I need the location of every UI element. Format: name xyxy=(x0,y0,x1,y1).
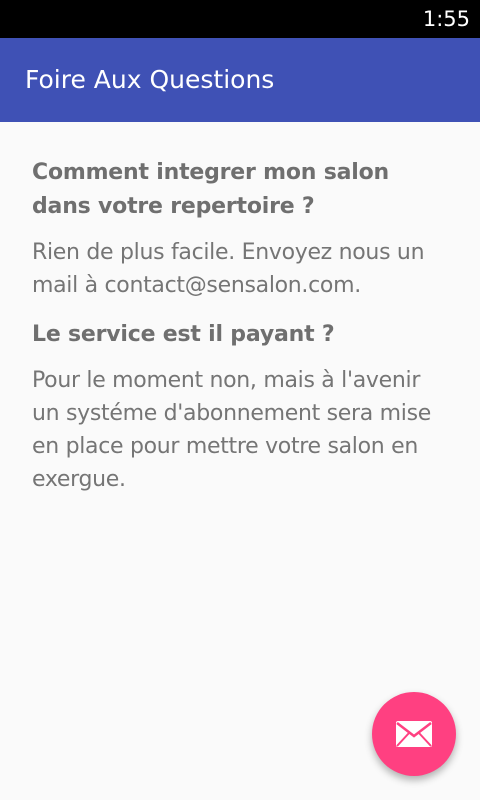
status-bar: 1:55 xyxy=(0,0,480,38)
faq-answer: Rien de plus facile. Envoyez nous un mai… xyxy=(32,240,425,298)
faq-question: Comment integrer mon salon dans votre re… xyxy=(32,160,389,219)
status-time: 1:55 xyxy=(422,7,470,31)
mail-icon xyxy=(395,720,433,748)
page-title: Foire Aux Questions xyxy=(25,65,275,94)
faq-item: Le service est il payant ? Pour le momen… xyxy=(32,318,448,496)
email-fab-button[interactable] xyxy=(372,692,456,776)
app-bar: Foire Aux Questions xyxy=(0,38,480,122)
faq-answer: Pour le moment non, mais à l'avenir un s… xyxy=(32,368,431,492)
faq-item: Comment integrer mon salon dans votre re… xyxy=(32,156,448,302)
faq-question: Le service est il payant ? xyxy=(32,322,335,347)
